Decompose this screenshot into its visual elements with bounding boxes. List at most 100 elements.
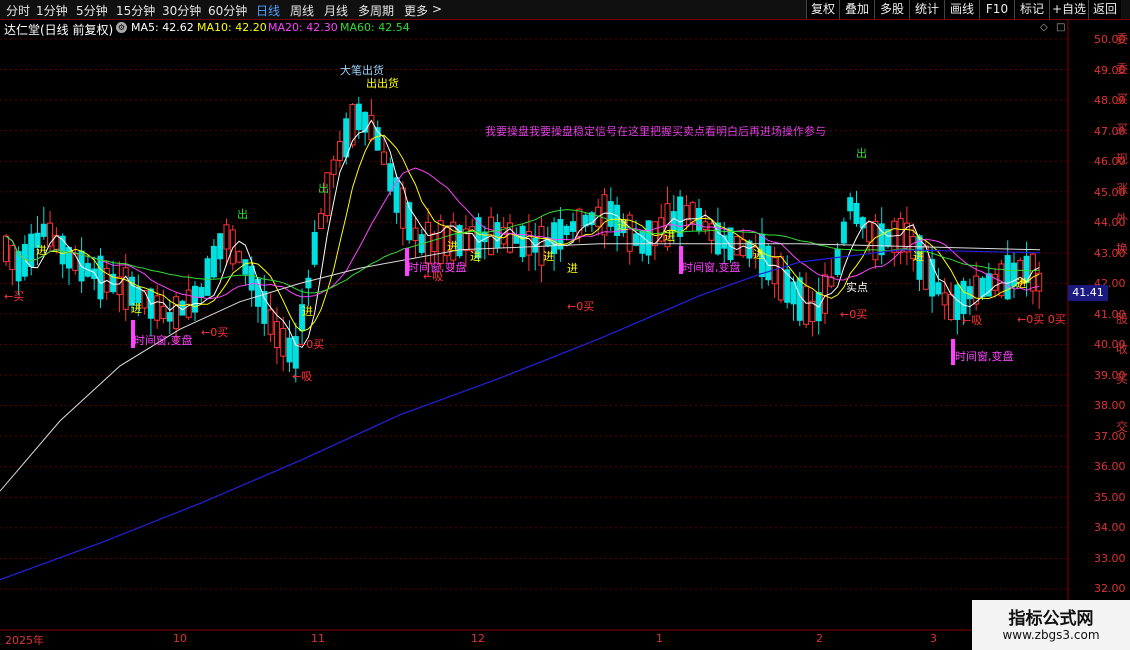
watermark-title: 指标公式网	[1008, 609, 1094, 629]
signal-label: 时间窗,变盘	[134, 334, 193, 347]
candle-up	[9, 245, 16, 270]
candle-up	[223, 224, 230, 250]
time-tick: 12	[471, 632, 485, 645]
candle-down	[248, 265, 255, 291]
scrolling-banner-text: 我要操盘我要操盘稳定信号在这里把握买卖点看明白后再进场操作参与	[485, 125, 826, 138]
candle-down	[570, 221, 576, 232]
candle-down	[563, 225, 570, 235]
candle-up	[803, 285, 810, 325]
candle-down	[847, 197, 854, 212]
signal-label: 进	[470, 250, 481, 263]
signal-label: 进	[1016, 277, 1027, 290]
candle-up	[872, 220, 879, 261]
candle-up	[998, 263, 1005, 297]
candle-up	[740, 239, 747, 257]
candle-down	[935, 282, 942, 295]
candle-down	[387, 163, 394, 192]
signal-label: ←0买	[840, 308, 868, 321]
candle-up	[777, 256, 784, 301]
price-tick: 36.00	[1094, 460, 1126, 473]
last-price-tag: 41.41	[1068, 285, 1108, 301]
signal-label: ←0买	[201, 326, 229, 339]
signal-label: 进	[543, 250, 554, 263]
candle-down	[28, 233, 35, 267]
candle-up	[267, 309, 274, 335]
candle-up	[702, 221, 709, 231]
watermark-url: www.zbgs3.com	[1002, 628, 1100, 642]
candle-down	[40, 223, 47, 237]
candle-up	[601, 194, 608, 236]
candle-down	[91, 268, 98, 279]
candle-down	[1004, 255, 1011, 300]
kline-chart[interactable]	[0, 0, 1130, 650]
side-label: 买	[1116, 92, 1129, 106]
signal-label: 进	[302, 305, 313, 318]
candle-down	[198, 286, 205, 298]
side-label: 股	[1116, 312, 1129, 326]
side-label: 买	[1116, 372, 1129, 386]
candle-up	[1036, 272, 1043, 292]
candle-down	[97, 255, 104, 300]
candle-down	[355, 103, 362, 131]
candle-down	[66, 246, 72, 269]
candle-down	[204, 258, 211, 296]
candle-up	[273, 321, 280, 349]
candle-up	[891, 220, 898, 253]
candle-up	[154, 295, 161, 321]
candle-up	[173, 296, 180, 330]
candle-up	[822, 274, 828, 314]
signal-label: ←吸	[962, 314, 983, 327]
candle-up	[141, 290, 148, 309]
candle-down	[210, 245, 217, 278]
candle-up	[689, 202, 696, 224]
side-label: 买	[1116, 122, 1129, 136]
ma120-line	[0, 243, 1041, 492]
candle-up	[425, 221, 432, 265]
signal-label: 实点	[846, 281, 868, 294]
time-tick: 2	[816, 632, 823, 645]
signal-label: 时间窗,变盘	[682, 261, 741, 274]
side-label: 委	[1116, 32, 1129, 46]
candle-up	[431, 233, 438, 252]
candle-down	[519, 225, 526, 258]
candle-down	[639, 230, 646, 254]
side-label: 委	[1116, 62, 1129, 76]
candle-up	[116, 276, 123, 296]
candle-down	[645, 220, 652, 256]
signal-label: ←吸	[292, 370, 313, 383]
candle-up	[318, 213, 324, 230]
price-tick: 38.00	[1094, 399, 1126, 412]
signal-label: 进	[617, 219, 628, 232]
candle-up	[336, 141, 343, 161]
candle-up	[948, 294, 954, 321]
candle-down	[261, 290, 268, 324]
candle-up	[412, 227, 419, 242]
price-tick: 33.00	[1094, 552, 1126, 565]
price-tick: 35.00	[1094, 491, 1126, 504]
signal-label: 进	[447, 240, 458, 253]
candle-up	[3, 235, 9, 263]
signal-label: 进	[567, 262, 578, 275]
candle-up	[280, 327, 287, 357]
signal-label: ←0买	[297, 338, 325, 351]
candle-down	[966, 286, 973, 300]
candle-up	[236, 251, 243, 263]
signal-label: 出	[237, 208, 248, 221]
moving-average-lines	[0, 119, 1041, 581]
candle-down	[979, 277, 986, 298]
signal-label: ←0买 0买	[1017, 313, 1066, 326]
time-tick: 2025年	[5, 634, 44, 647]
signal-label: 进	[131, 302, 142, 315]
candle-up	[185, 289, 192, 318]
side-label: 换	[1116, 242, 1129, 256]
signal-label: 时间窗,变盘	[408, 261, 467, 274]
signal-label: 时间窗,变盘	[955, 350, 1014, 363]
candle-down	[255, 278, 261, 307]
candle-down	[954, 284, 961, 321]
candle-up	[941, 292, 948, 306]
candle-down	[192, 285, 198, 313]
candle-down	[166, 312, 173, 322]
price-tick: 34.00	[1094, 521, 1126, 534]
time-tick: 3	[930, 632, 937, 645]
candle-down	[796, 277, 803, 321]
